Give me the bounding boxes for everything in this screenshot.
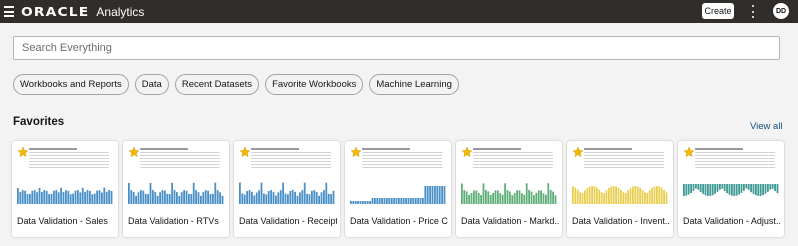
- star-icon[interactable]: [461, 146, 473, 158]
- favorites-cards: Data Validation - Sales Data Validation -…: [12, 141, 784, 237]
- create-button[interactable]: Create: [702, 3, 734, 19]
- thumbnail-chart: [683, 184, 779, 196]
- workbook-thumbnail: [570, 144, 670, 205]
- favorite-card[interactable]: Data Validation - Markd...: [456, 141, 562, 237]
- chip-machine-learning[interactable]: Machine Learning: [369, 74, 459, 95]
- chip-recent-datasets[interactable]: Recent Datasets: [174, 74, 260, 95]
- search-input[interactable]: [22, 42, 779, 54]
- chip-workbooks-and-reports[interactable]: Workbooks and Reports: [13, 74, 129, 95]
- favorite-card[interactable]: Data Validation - Price C...: [345, 141, 451, 237]
- product-name: Analytics: [96, 4, 145, 19]
- hamburger-icon[interactable]: [4, 6, 14, 17]
- view-all-link[interactable]: View all: [750, 121, 783, 132]
- thumbnail-chart: [239, 182, 335, 204]
- oracle-analytics-logo[interactable]: ORACLE Analytics: [21, 4, 144, 19]
- favorite-card-label: Data Validation - Receipts: [239, 216, 337, 226]
- favorites-heading: Favorites: [13, 116, 65, 128]
- thumbnail-chart: [572, 186, 668, 204]
- star-icon[interactable]: [128, 146, 140, 158]
- search-box[interactable]: [13, 36, 780, 60]
- workbook-thumbnail: [348, 144, 448, 205]
- favorite-card-label: Data Validation - Adjust...: [683, 216, 781, 226]
- thumbnail-table: [695, 148, 775, 176]
- user-avatar[interactable]: DD: [773, 3, 789, 19]
- favorite-card-label: Data Validation - Sales: [17, 216, 108, 226]
- top-bar: ORACLE Analytics Create DD: [0, 0, 798, 23]
- favorite-card[interactable]: Data Validation - Invent...: [567, 141, 673, 237]
- favorite-card-label: Data Validation - Invent...: [572, 216, 670, 226]
- star-icon[interactable]: [17, 146, 29, 158]
- thumbnail-chart: [17, 187, 113, 204]
- thumbnail-chart: [128, 182, 224, 204]
- thumbnail-table: [362, 148, 442, 176]
- thumbnail-table: [584, 148, 664, 176]
- brand-name: ORACLE: [21, 4, 90, 19]
- thumbnail-table: [473, 148, 553, 176]
- favorite-card-label: Data Validation - Price C...: [350, 216, 448, 226]
- thumbnail-chart: [350, 186, 446, 204]
- star-icon[interactable]: [683, 146, 695, 158]
- favorite-card[interactable]: Data Validation - Sales: [12, 141, 118, 237]
- favorite-card[interactable]: Data Validation - Receipts: [234, 141, 340, 237]
- thumbnail-chart: [461, 183, 557, 204]
- kebab-icon[interactable]: [750, 5, 756, 18]
- favorite-card-label: Data Validation - Markd...: [461, 216, 559, 226]
- chip-favorite-workbooks[interactable]: Favorite Workbooks: [265, 74, 364, 95]
- thumbnail-table: [140, 148, 220, 176]
- thumbnail-table: [29, 148, 109, 176]
- workbook-thumbnail: [459, 144, 559, 205]
- workbook-thumbnail: [15, 144, 115, 205]
- filter-chips: Workbooks and Reports Data Recent Datase…: [13, 74, 459, 95]
- star-icon[interactable]: [572, 146, 584, 158]
- favorite-card[interactable]: Data Validation - Adjust...: [678, 141, 784, 237]
- workbook-thumbnail: [126, 144, 226, 205]
- star-icon[interactable]: [350, 146, 362, 158]
- workbook-thumbnail: [237, 144, 337, 205]
- workbook-thumbnail: [681, 144, 781, 205]
- favorite-card[interactable]: Data Validation - RTVs: [123, 141, 229, 237]
- favorite-card-label: Data Validation - RTVs: [128, 216, 219, 226]
- star-icon[interactable]: [239, 146, 251, 158]
- thumbnail-table: [251, 148, 331, 176]
- chip-data[interactable]: Data: [134, 74, 169, 95]
